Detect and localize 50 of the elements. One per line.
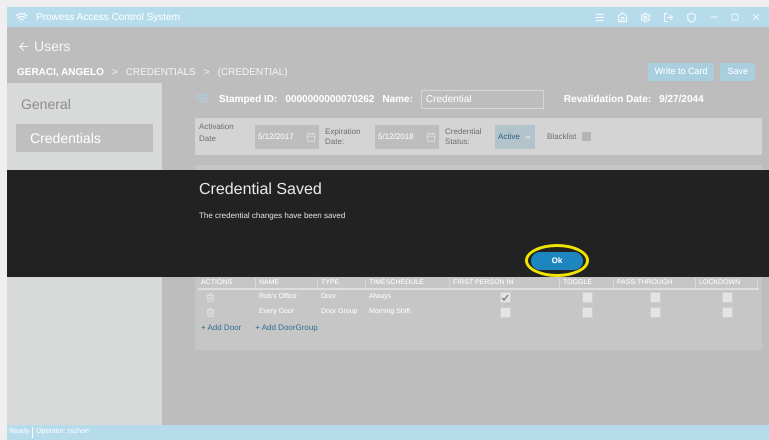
sidebar-item[interactable]: Credentials [16, 124, 153, 152]
logout-icon[interactable] [663, 12, 674, 22]
activation-label: Activation Date [199, 121, 235, 145]
checkbox[interactable] [722, 307, 732, 318]
revalidation-date: 9/27/2044 [659, 92, 704, 106]
calendar-icon[interactable] [306, 132, 316, 142]
calendar-icon[interactable] [426, 132, 436, 142]
checkbox[interactable] [650, 292, 660, 303]
trash-icon[interactable] [206, 293, 215, 302]
activation-date-field[interactable]: 5/12/2017 [255, 124, 319, 148]
add-link[interactable]: + Add DoorGroup [255, 322, 318, 334]
dialog-title: Credential Saved [199, 180, 323, 200]
ok-button[interactable]: Ok [531, 252, 583, 270]
header-button[interactable]: Write to Card [648, 63, 714, 81]
checkmark-icon [501, 294, 509, 302]
breadcrumb-item[interactable]: > [204, 64, 210, 80]
stamped-id: 0000000000070262 [285, 92, 374, 106]
checkbox[interactable] [722, 292, 732, 303]
window-title: Prowess Access Control System [36, 10, 180, 24]
status-dropdown[interactable]: Active [495, 124, 535, 148]
breadcrumb-item[interactable]: GERACI, ANGELO [17, 64, 104, 80]
card-icon [195, 91, 211, 107]
name-label: Name: [382, 92, 413, 106]
revalidation-label: Revalidation Date: [564, 92, 652, 106]
maximize-icon[interactable] [731, 13, 739, 21]
add-link[interactable]: + Add Door [201, 322, 242, 334]
expiration-date-field[interactable]: 5/12/2018 [375, 124, 439, 148]
blacklist-label: Blacklist [547, 130, 576, 142]
back-arrow-icon[interactable] [17, 40, 30, 53]
checkbox[interactable] [650, 307, 660, 318]
home-icon[interactable] [617, 12, 628, 22]
expiration-label: Expiration Date: [325, 126, 362, 146]
breadcrumb-item[interactable]: > [112, 64, 118, 80]
header-button[interactable]: Save [720, 63, 755, 81]
trash-icon[interactable] [206, 308, 215, 317]
blacklist-checkbox[interactable] [582, 132, 592, 141]
close-icon[interactable] [751, 12, 761, 22]
checkbox[interactable] [582, 307, 592, 318]
stamped-id-label: Stamped ID: [219, 92, 278, 106]
sidebar-item[interactable]: General [7, 90, 162, 118]
shield-icon[interactable] [686, 12, 697, 22]
menu-icon[interactable] [594, 12, 605, 22]
name-field[interactable]: Credential [420, 90, 544, 108]
dialog-message: The credential changes have been saved [199, 210, 346, 222]
app-logo-icon [15, 10, 28, 24]
settings-icon[interactable] [640, 12, 651, 22]
checkbox[interactable] [582, 292, 592, 303]
checkbox[interactable] [500, 292, 510, 303]
status-label: Credential Status: [445, 126, 482, 146]
checkbox[interactable] [500, 307, 510, 318]
